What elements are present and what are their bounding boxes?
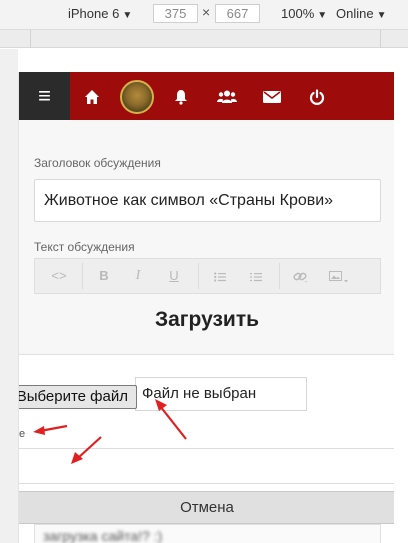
network-select[interactable]: Online ▼ <box>336 6 386 21</box>
device-toolbar: iPhone 6 ▼ 375 × 667 100% ▼ Online ▼ <box>0 0 408 30</box>
editor-toolbar: <> B I U <box>34 258 381 294</box>
numbered-list-icon[interactable] <box>242 259 270 293</box>
bars-icon[interactable]: ≡ <box>19 72 70 120</box>
cancel-button[interactable]: Отмена <box>19 491 394 524</box>
link-icon[interactable] <box>287 259 315 293</box>
title-input[interactable]: Животное как символ «Страны Крови» <box>34 179 381 222</box>
code-view-button[interactable]: <> <box>45 259 73 293</box>
text-label: Текст обсуждения <box>34 240 135 254</box>
bullet-list-icon[interactable] <box>206 259 234 293</box>
italic-button[interactable]: I <box>124 259 152 293</box>
upload-heading: Загрузить <box>154 308 260 331</box>
times-sign: × <box>202 4 211 20</box>
width-input[interactable]: 375 <box>153 4 198 23</box>
blurred-input[interactable]: загрузка сайта!? :) <box>34 524 381 543</box>
media-query-ruler <box>0 30 408 48</box>
chevron-down-icon: ▼ <box>317 10 328 21</box>
file-status: Файл не выбран <box>142 385 257 402</box>
top-navbar: ≡ <box>19 72 394 120</box>
underline-button[interactable]: U <box>160 259 188 293</box>
home-icon[interactable] <box>77 72 107 120</box>
envelope-icon[interactable] <box>257 72 287 120</box>
chevron-down-icon: ▼ <box>376 10 387 21</box>
title-label: Заголовок обсуждения <box>34 156 161 170</box>
avatar[interactable] <box>120 80 154 114</box>
chevron-down-icon: ▼ <box>122 10 133 21</box>
power-icon[interactable] <box>302 72 332 120</box>
image-icon[interactable] <box>325 259 353 293</box>
bold-button[interactable]: B <box>90 259 118 293</box>
blurred-text: загрузка сайта!? :) <box>43 528 163 543</box>
users-icon[interactable] <box>212 72 242 120</box>
divider <box>19 354 394 355</box>
height-input[interactable]: 667 <box>215 4 260 23</box>
zoom-select[interactable]: 100% ▼ <box>281 6 327 21</box>
choose-file-button[interactable]: Выберите файл <box>19 385 137 409</box>
empty-field[interactable] <box>19 448 394 484</box>
device-select[interactable]: iPhone 6 ▼ <box>68 6 132 21</box>
bell-icon[interactable] <box>166 72 196 120</box>
viewport-gutter <box>0 49 18 543</box>
clipped-label: е <box>19 428 26 440</box>
phone-viewport: ≡ Заголовок обсуждения Животное как симв… <box>18 72 394 543</box>
